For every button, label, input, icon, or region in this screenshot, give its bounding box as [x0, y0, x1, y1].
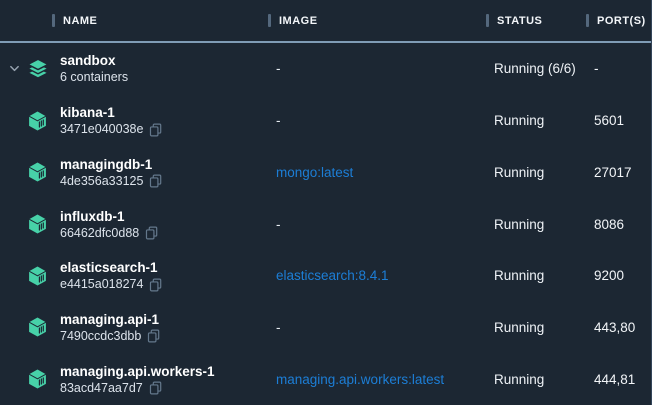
ports-text: 5601 — [586, 113, 651, 128]
column-divider — [52, 14, 55, 27]
container-name: sandbox — [60, 52, 268, 69]
image-link: - — [276, 320, 281, 335]
status-text: Running — [486, 165, 586, 180]
status-text: Running — [486, 372, 586, 387]
copy-icon[interactable] — [149, 381, 162, 395]
chevron-down-icon[interactable] — [9, 63, 20, 74]
status-text: Running (6/6) — [486, 61, 586, 76]
column-header-name[interactable]: NAME — [52, 14, 268, 27]
column-label: PORT(S) — [597, 15, 646, 27]
ports-text: 443,80 — [586, 320, 651, 335]
container-name: influxdb-1 — [60, 208, 268, 225]
container-subtext: 7490ccdc3dbb — [60, 328, 141, 344]
ports-text: 8086 — [586, 217, 651, 232]
container-subtext: e4415a018274 — [60, 276, 143, 292]
column-divider — [486, 14, 489, 27]
stack-icon — [27, 58, 49, 80]
copy-icon[interactable] — [149, 278, 162, 292]
status-text: Running — [486, 113, 586, 128]
container-rows: sandbox 6 containers - Running (6/6) - — [0, 43, 651, 405]
containers-table: NAME IMAGE STATUS PORT(S) — [0, 0, 652, 405]
image-link: - — [276, 61, 281, 76]
container-name: managingdb-1 — [60, 156, 268, 173]
ports-text: 9200 — [586, 268, 651, 283]
status-text: Running — [486, 268, 586, 283]
table-row[interactable]: elasticsearch-1 e4415a018274 elasticsear… — [0, 250, 651, 302]
table-row[interactable]: kibana-1 3471e040038e - Running 5601 — [0, 95, 651, 147]
container-name: managing.api.workers-1 — [60, 363, 268, 380]
status-text: Running — [486, 217, 586, 232]
image-link: - — [276, 113, 281, 128]
ports-text: 444,81 — [586, 372, 651, 387]
container-icon — [27, 213, 48, 235]
ports-text: - — [586, 61, 651, 76]
image-link[interactable]: elasticsearch:8.4.1 — [276, 268, 389, 283]
container-icon — [27, 265, 48, 287]
column-label: IMAGE — [279, 15, 318, 27]
image-link[interactable]: mongo:latest — [276, 165, 353, 180]
container-name: kibana-1 — [60, 104, 268, 121]
column-label: NAME — [63, 15, 97, 27]
copy-icon[interactable] — [149, 174, 162, 188]
table-row[interactable]: influxdb-1 66462dfc0d88 - Running 8086 — [0, 198, 651, 250]
container-icon — [27, 110, 48, 132]
container-icon — [27, 161, 48, 183]
column-label: STATUS — [497, 15, 542, 27]
container-name: managing.api-1 — [60, 311, 268, 328]
container-subtext: 3471e040038e — [60, 121, 143, 137]
image-link[interactable]: managing.api.workers:latest — [276, 372, 444, 387]
container-subtext: 4de356a33125 — [60, 173, 143, 189]
column-header-status[interactable]: STATUS — [486, 14, 586, 27]
container-icon — [27, 368, 48, 390]
copy-icon[interactable] — [149, 123, 162, 137]
table-header: NAME IMAGE STATUS PORT(S) — [0, 0, 651, 43]
container-subtext: 83acd47aa7d7 — [60, 380, 143, 396]
ports-text: 27017 — [586, 165, 651, 180]
column-divider — [268, 14, 271, 27]
container-subtext: 66462dfc0d88 — [60, 225, 139, 241]
container-icon — [27, 316, 48, 338]
image-link: - — [276, 217, 281, 232]
container-subtext: 6 containers — [60, 69, 128, 85]
copy-icon[interactable] — [145, 226, 158, 240]
column-divider — [586, 14, 589, 27]
table-row[interactable]: managingdb-1 4de356a33125 mongo:latest R… — [0, 146, 651, 198]
copy-icon[interactable] — [147, 329, 160, 343]
table-row[interactable]: sandbox 6 containers - Running (6/6) - — [0, 43, 651, 95]
table-row[interactable]: managing.api.workers-1 83acd47aa7d7 mana… — [0, 353, 651, 405]
column-header-image[interactable]: IMAGE — [268, 14, 486, 27]
table-row[interactable]: managing.api-1 7490ccdc3dbb - Running 44… — [0, 302, 651, 354]
container-name: elasticsearch-1 — [60, 259, 268, 276]
column-header-ports[interactable]: PORT(S) — [586, 14, 651, 27]
status-text: Running — [486, 320, 586, 335]
